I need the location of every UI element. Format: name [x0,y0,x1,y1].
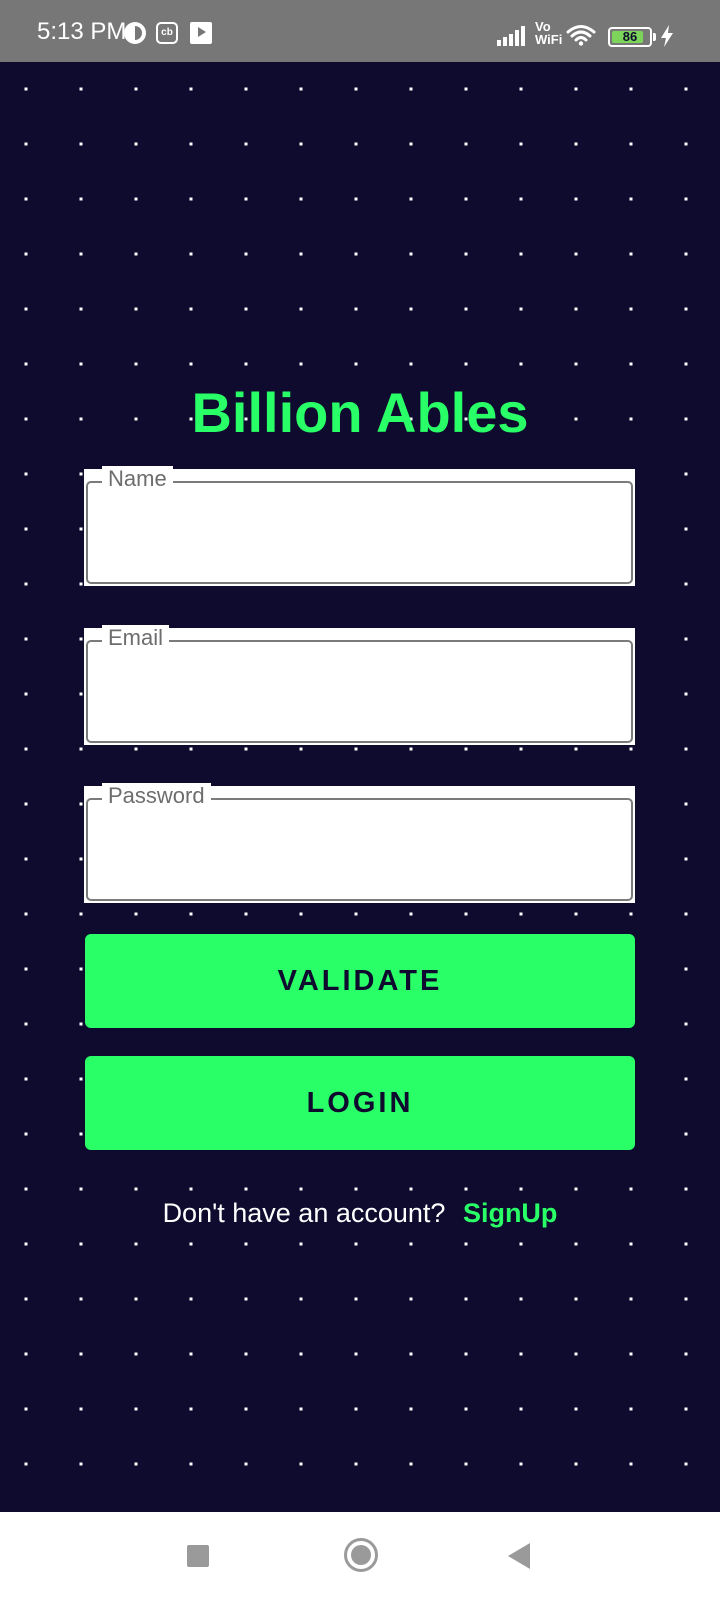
charging-bolt-icon [661,25,673,47]
recents-icon[interactable] [187,1545,209,1567]
navigation-bar [0,1512,720,1600]
password-field[interactable]: Password [84,783,635,903]
email-field[interactable]: Email [84,625,635,745]
media-app-icon [190,22,212,44]
name-field[interactable]: Name [84,466,635,586]
battery-icon: 86 [608,27,652,47]
signup-row: Don't have an account? SignUp [0,1198,720,1229]
battery-tip [653,33,656,41]
home-icon[interactable] [344,1538,378,1572]
signup-link[interactable]: SignUp [463,1198,558,1228]
cb-app-icon: cb [156,22,178,44]
name-field-label: Name [102,466,173,492]
status-time: 5:13 PM [37,18,127,45]
back-icon[interactable] [508,1543,530,1569]
vowifi-indicator: Vo WiFi [535,20,562,46]
app-title: Billion Ables [191,381,529,444]
signup-prompt: Don't have an account? [162,1198,446,1228]
email-input[interactable] [96,662,623,726]
name-input[interactable] [96,503,623,567]
login-button[interactable]: LOGIN [85,1056,635,1150]
vowifi-wifi-label: WiFi [535,32,563,47]
password-input[interactable] [96,820,623,884]
signal-strength-icon [497,26,527,46]
notification-app-icon [124,22,146,44]
wifi-icon [566,25,596,46]
email-field-label: Email [102,625,170,651]
validate-button[interactable]: VALIDATE [85,934,635,1028]
status-bar: 5:13 PM cb Vo WiFi 86 [0,0,720,62]
login-screen: Billion Ables Name Email Password VALIDA… [0,62,720,1512]
battery-percent: 86 [622,29,638,44]
password-field-label: Password [102,783,211,809]
